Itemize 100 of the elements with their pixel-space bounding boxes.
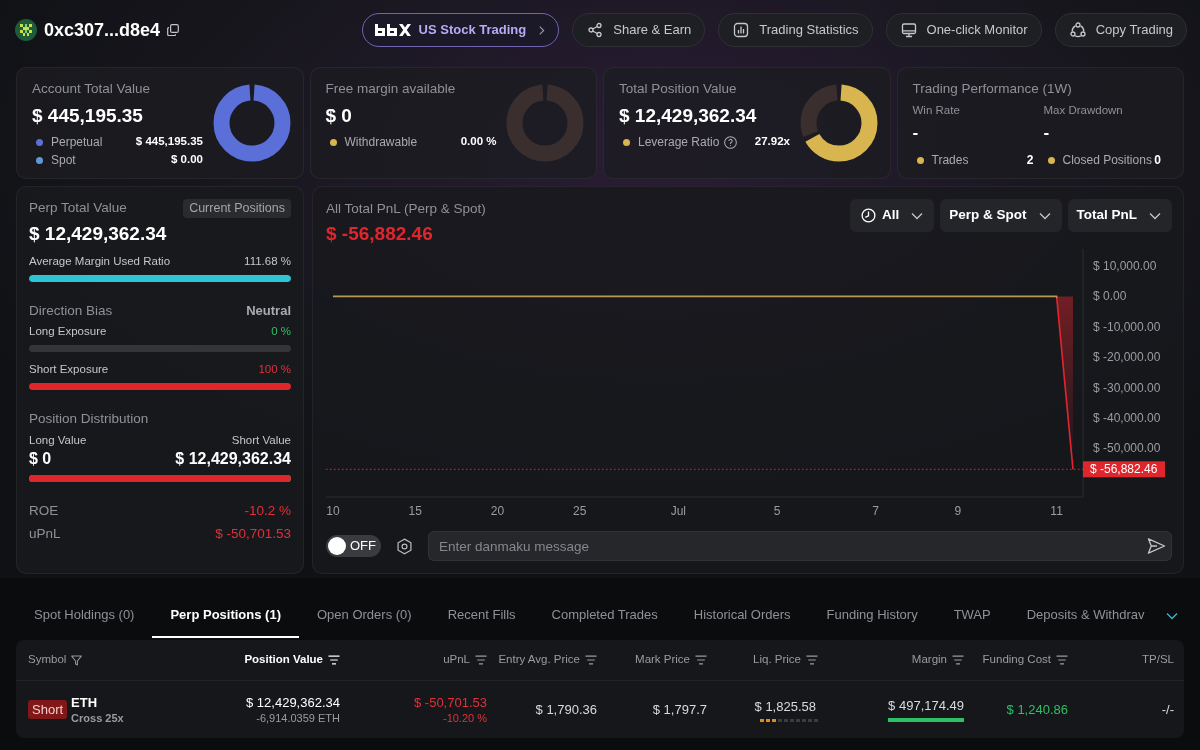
card-value: $ 12,429,362.34 bbox=[619, 104, 757, 128]
send-icon[interactable] bbox=[1147, 537, 1166, 555]
value-label: Long Value bbox=[29, 433, 87, 448]
card-value: $ 0 bbox=[325, 104, 352, 128]
stat-label: Max Drawdown bbox=[1043, 103, 1123, 118]
monitor-icon bbox=[900, 22, 917, 38]
column-header: Entry Avg. Price bbox=[498, 652, 580, 668]
legend-value: 2 bbox=[1026, 152, 1034, 169]
logo-icon bbox=[374, 24, 411, 36]
filter-dropdown[interactable]: Total PnL bbox=[1067, 199, 1172, 232]
metric-label: uPnL bbox=[29, 525, 61, 543]
legend-value: 27.92x bbox=[754, 134, 790, 150]
bar-chart-icon bbox=[733, 22, 750, 38]
tab[interactable]: Perp Positions (1) bbox=[152, 594, 299, 638]
tab[interactable]: Funding History bbox=[808, 594, 936, 638]
exposure-value: 0 % bbox=[271, 324, 291, 339]
legend-label: Leverage Ratio bbox=[638, 134, 720, 151]
x-axis-label: 11 bbox=[1050, 504, 1063, 518]
clock-icon bbox=[860, 208, 876, 223]
positions-badge: Current Positions bbox=[183, 199, 291, 218]
danmaku-toggle[interactable]: OFF bbox=[326, 535, 381, 557]
metric-value: $ -50,701.53 bbox=[215, 525, 291, 543]
y-axis-label: $ 0.00 bbox=[1093, 289, 1127, 304]
filter-dropdown[interactable]: Perp & Spot bbox=[940, 199, 1062, 232]
danmaku-input[interactable]: Enter danmaku message bbox=[428, 531, 1172, 561]
legend-label: Closed Positions bbox=[1062, 152, 1152, 169]
chevron-down-icon[interactable] bbox=[1166, 612, 1178, 620]
sort-icon[interactable] bbox=[1056, 655, 1068, 665]
ref-line-label: $ -56,882.46 bbox=[1090, 462, 1158, 477]
table-cell: $ 1,825.58 bbox=[754, 697, 816, 715]
legend-value: 0.00 % bbox=[460, 134, 497, 150]
column-header: Symbol bbox=[28, 652, 67, 668]
statistics-button[interactable]: Trading Statistics bbox=[718, 13, 873, 47]
legend-value: 0 bbox=[1154, 152, 1161, 169]
tab[interactable]: Spot Holdings (0) bbox=[16, 594, 153, 638]
sort-icon[interactable] bbox=[952, 655, 964, 665]
exposure-label: Short Exposure bbox=[29, 362, 109, 377]
chart-title: All Total PnL (Perp & Spot) bbox=[326, 200, 486, 218]
copy-trading-button[interactable]: Copy Trading bbox=[1054, 13, 1187, 47]
table-cell-text: $ 1,790.36 bbox=[535, 700, 597, 719]
monitor-button[interactable]: One-click Monitor bbox=[885, 13, 1042, 47]
hexagon-settings-icon[interactable] bbox=[396, 537, 413, 555]
tab[interactable]: Deposits & Withdrav bbox=[1008, 594, 1160, 638]
exposure-label: Long Exposure bbox=[29, 324, 107, 339]
wallet-address: 0xc307...d8e4 bbox=[44, 19, 161, 42]
y-axis-label: $ -40,000.00 bbox=[1093, 411, 1161, 425]
legend-label: Withdrawable bbox=[344, 134, 418, 151]
sort-icon[interactable] bbox=[695, 655, 707, 665]
help-icon[interactable] bbox=[724, 135, 738, 149]
metric-label: ROE bbox=[29, 502, 59, 520]
legend-value: $ 445,195.35 bbox=[135, 134, 203, 150]
panel-value: $ 12,429,362.34 bbox=[29, 222, 167, 246]
total-pnl-value: $ -56,882.46 bbox=[326, 223, 433, 245]
share-button[interactable]: Share & Earn bbox=[572, 13, 706, 47]
exposure-value: 100 % bbox=[258, 362, 291, 377]
legend-value: $ 0.00 bbox=[171, 152, 203, 168]
filter-icon[interactable] bbox=[71, 654, 83, 666]
margin-mode-text: Cross 25x bbox=[71, 710, 124, 725]
tab[interactable]: Recent Fills bbox=[429, 594, 534, 638]
sort-icon[interactable] bbox=[585, 655, 597, 665]
x-axis-label: 10 bbox=[326, 504, 340, 518]
circle-nodes-icon bbox=[1069, 22, 1086, 38]
chevron-down-icon bbox=[1149, 211, 1161, 220]
column-header: Liq. Price bbox=[753, 652, 801, 668]
table-cell: -6,914.0359 ETH bbox=[256, 711, 340, 725]
card-value: $ 445,195.35 bbox=[32, 104, 143, 128]
tab[interactable]: Historical Orders bbox=[675, 594, 809, 638]
long-value: $ 0 bbox=[29, 449, 52, 469]
sort-icon[interactable] bbox=[806, 655, 818, 665]
stock-trading-button[interactable]: US Stock Trading bbox=[361, 13, 560, 47]
column-header: Mark Price bbox=[635, 652, 690, 668]
y-axis-label: $ -10,000.00 bbox=[1093, 319, 1161, 334]
tab[interactable]: Completed Trades bbox=[533, 594, 676, 638]
sort-icon[interactable] bbox=[475, 655, 487, 665]
filter-dropdown[interactable]: All bbox=[849, 199, 935, 232]
table-cell-text: -/- bbox=[1161, 700, 1174, 719]
copy-icon[interactable] bbox=[167, 24, 180, 36]
table-cell-text: $ 1,240.86 bbox=[1006, 700, 1068, 719]
bias-value: Neutral bbox=[246, 302, 291, 320]
y-axis-label: $ -20,000.00 bbox=[1093, 350, 1161, 365]
y-axis-label: $ -30,000.00 bbox=[1093, 380, 1161, 395]
metric-label: Average Margin Used Ratio bbox=[29, 254, 171, 269]
value-label: Short Value bbox=[231, 433, 291, 448]
column-header: uPnL bbox=[443, 652, 470, 668]
tab[interactable]: Open Orders (0) bbox=[299, 594, 430, 638]
chevron-down-icon bbox=[1038, 211, 1051, 220]
x-axis-label: 5 bbox=[773, 504, 781, 518]
column-header: Position Value bbox=[244, 652, 323, 668]
stat-label: Win Rate bbox=[912, 103, 960, 118]
avatar-icon bbox=[15, 19, 37, 41]
side-badge: Short bbox=[28, 700, 68, 719]
metric-value: 111.68 % bbox=[244, 254, 291, 269]
table-cell: -10.20 % bbox=[442, 711, 487, 725]
x-axis-label: 25 bbox=[573, 504, 587, 518]
table-cell: $ 497,174.49 bbox=[888, 697, 964, 714]
stat-value: - bbox=[912, 123, 919, 143]
x-axis-label: 20 bbox=[490, 504, 505, 518]
tab[interactable]: TWAP bbox=[935, 594, 1009, 638]
symbol-text: ETH bbox=[71, 694, 98, 711]
column-header: Funding Cost bbox=[982, 652, 1051, 668]
